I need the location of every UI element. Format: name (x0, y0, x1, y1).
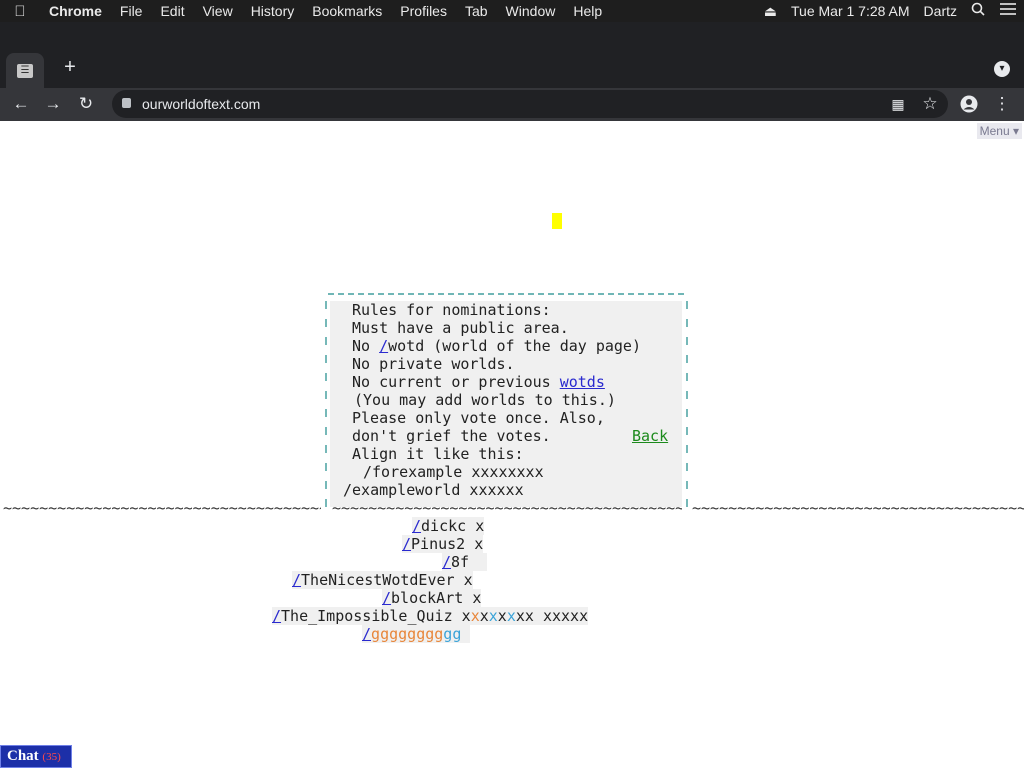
menu-edit[interactable]: Edit (151, 0, 193, 22)
menu-chrome[interactable]: Chrome (40, 0, 111, 22)
browser-toolbar: ← → ↻ ourworldoftext.com ▦ ☆ ⋮ (0, 88, 1024, 121)
entry-link[interactable]: / (412, 517, 421, 535)
tilde-divider-right: ~~~~~~~~~~~~~~~~~~~~~~~~~~~~~~~~~~~~~~~~… (692, 499, 1024, 517)
text-grid: Rules for nominations: Must have a publi… (0, 121, 1024, 768)
list-item: /gggggggggg (362, 625, 471, 643)
list-item: /TheNicestWotdEver x (292, 571, 473, 589)
back-arrow-icon[interactable]: ← (10, 93, 32, 115)
entry-name: blockArt (391, 589, 464, 607)
menu-history[interactable]: History (242, 0, 304, 22)
world-canvas[interactable]: Menu ▾ Rules for nominations: Must have … (0, 121, 1024, 768)
reload-icon[interactable]: ↻ (75, 93, 97, 115)
tilde-divider-left: ~~~~~~~~~~~~~~~~~~~~~~~~~~~~~~~~~~~~~~~~… (3, 499, 321, 517)
favicon-icon: ☰ (17, 63, 33, 78)
entry-votes: x (475, 517, 485, 535)
tab-search-icon[interactable]: ▾ (994, 61, 1010, 77)
rules-line-9: Align it like this: (352, 445, 524, 463)
rules-line-7: Please only vote once. Also, (352, 409, 605, 427)
entry-name: Pinus2 (411, 535, 466, 553)
more-menu-icon[interactable]: ⋮ (991, 93, 1013, 115)
entry-votes: x (472, 589, 482, 607)
rules-line-8: don't grief the votes. (352, 427, 551, 445)
rules-line-3-pre: No (352, 337, 380, 355)
rules-line-6: (You may add worlds to this.) (354, 391, 616, 409)
menu-help[interactable]: Help (564, 0, 611, 22)
forward-arrow-icon[interactable]: → (42, 93, 64, 115)
wotd-link[interactable]: / (379, 337, 388, 355)
rules-line-5: No current or previous wotds (352, 373, 605, 391)
list-item: /The_Impossible_Quiz xxxxxxxx xxxxx (272, 607, 589, 625)
menu-view[interactable]: View (194, 0, 242, 22)
eject-icon[interactable]: ⏏ (757, 0, 784, 22)
entry-link[interactable]: / (382, 589, 391, 607)
entry-votes-colored: xxxxxxxx xxxxx (461, 607, 589, 625)
tab-strip: ☰ + ▾ (0, 45, 1024, 88)
menu-file[interactable]: File (111, 0, 152, 22)
clock[interactable]: Tue Mar 1 7:28 AM (784, 0, 917, 22)
user-name[interactable]: Dartz (917, 0, 964, 22)
url-text[interactable]: ourworldoftext.com (142, 96, 260, 112)
rules-example-1: /forexample xxxxxxxx (363, 463, 544, 481)
entry-link[interactable]: / (272, 607, 281, 625)
list-item: /8f (442, 553, 488, 571)
rules-line-1: Rules for nominations: (352, 301, 551, 319)
qr-code-icon[interactable]: ▦ (887, 93, 909, 115)
chat-unread-count: (35) (42, 751, 61, 763)
menu-bar:  Chrome File Edit View History Bookmark… (0, 0, 1024, 22)
list-item: /Pinus2 x (402, 535, 484, 553)
menu-window[interactable]: Window (497, 0, 565, 22)
chat-label: Chat (7, 748, 39, 764)
rules-line-5-pre: No current or previous (352, 373, 560, 391)
new-tab-button[interactable]: + (60, 57, 80, 77)
address-bar[interactable]: ourworldoftext.com (112, 90, 948, 118)
entry-name: dickc (421, 517, 467, 535)
entry-name: TheNicestWotdEver (301, 571, 455, 589)
browser-tab[interactable]: ☰ (6, 53, 44, 88)
entry-votes: x (474, 535, 484, 553)
entry-link[interactable]: / (402, 535, 411, 553)
rules-line-3: No /wotd (world of the day page) (352, 337, 641, 355)
entry-name: 8f (451, 553, 470, 571)
menu-profiles[interactable]: Profiles (391, 0, 456, 22)
chat-button[interactable]: Chat (35) (0, 745, 72, 768)
entry-link[interactable]: / (442, 553, 451, 571)
rules-line-2: Must have a public area. (352, 319, 569, 337)
rules-line-3-post: wotd (world of the day page) (388, 337, 641, 355)
list-item: /dickc x (412, 517, 485, 535)
rules-line-4: No private worlds. (352, 355, 515, 373)
entry-votes: x (463, 571, 473, 589)
apple-icon[interactable]:  (0, 3, 40, 20)
bookmark-star-icon[interactable]: ☆ (919, 93, 941, 115)
spotlight-search-icon[interactable] (964, 0, 992, 22)
back-link[interactable]: Back (632, 427, 668, 445)
profile-avatar-icon[interactable] (958, 93, 980, 115)
entry-name: The_Impossible_Quiz (281, 607, 453, 625)
menu-bookmarks[interactable]: Bookmarks (303, 0, 391, 22)
list-item: /blockArt x (382, 589, 482, 607)
menu-tab[interactable]: Tab (456, 0, 497, 22)
rules-example-2: /exampleworld xxxxxx (343, 481, 524, 499)
wotds-link[interactable]: wotds (560, 373, 605, 391)
lock-icon (122, 98, 131, 108)
control-center-icon[interactable] (992, 0, 1024, 22)
entry-link[interactable]: / (292, 571, 301, 589)
rules-line-8-pre: don't grief the votes. (352, 427, 551, 445)
tilde-divider-middle: ~~~~~~~~~~~~~~~~~~~~~~~~~~~~~~~~~~~~~~~~… (332, 499, 682, 517)
entry-name-colored: gggggggggg (371, 625, 462, 643)
entry-link[interactable]: / (362, 625, 371, 643)
